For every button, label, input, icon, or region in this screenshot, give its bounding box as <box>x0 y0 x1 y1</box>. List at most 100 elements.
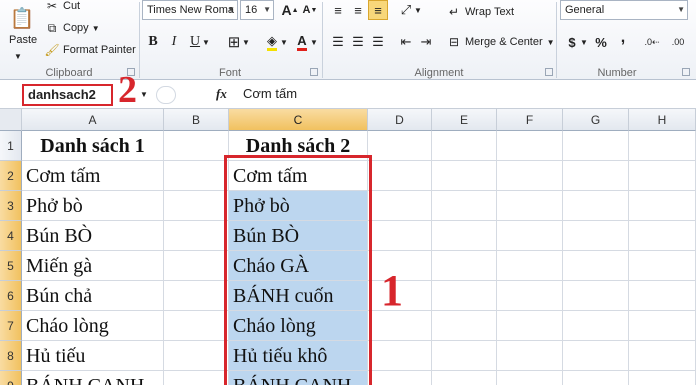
row-header-2[interactable]: 2 <box>0 161 22 191</box>
cell-h1[interactable] <box>629 131 696 161</box>
font-name-select[interactable]: Times New Roma ▼ <box>142 0 238 20</box>
currency-dropdown[interactable]: ▼ <box>579 32 589 52</box>
cell-f7[interactable] <box>497 311 563 341</box>
row-header-1[interactable]: 1 <box>0 131 22 161</box>
cell-a6[interactable]: Bún chả <box>22 281 164 311</box>
font-launcher-icon[interactable] <box>310 68 318 76</box>
cell-f9[interactable] <box>497 371 563 385</box>
cell-e7[interactable] <box>432 311 497 341</box>
cell-b6[interactable] <box>164 281 229 311</box>
paste-dropdown[interactable]: ▼ <box>14 46 22 66</box>
cell-a7[interactable]: Cháo lòng <box>22 311 164 341</box>
cell-h4[interactable] <box>629 221 696 251</box>
cell-g9[interactable] <box>563 371 629 385</box>
cell-f1[interactable] <box>497 131 563 161</box>
cell-b7[interactable] <box>164 311 229 341</box>
cell-d4[interactable] <box>368 221 432 251</box>
number-format-select[interactable]: General ▼ <box>560 0 688 20</box>
cell-b8[interactable] <box>164 341 229 371</box>
cell-h8[interactable] <box>629 341 696 371</box>
shrink-font-button[interactable]: A ▼ <box>300 0 320 20</box>
font-color-dropdown[interactable]: ▼ <box>309 32 319 52</box>
cell-h2[interactable] <box>629 161 696 191</box>
cell-f3[interactable] <box>497 191 563 221</box>
align-right-button[interactable]: ☰ <box>368 32 388 52</box>
fill-color-dropdown[interactable]: ▼ <box>279 32 289 52</box>
underline-dropdown[interactable]: ▼ <box>201 32 211 52</box>
paste-icon[interactable]: 📋 <box>8 4 36 32</box>
cell-g2[interactable] <box>563 161 629 191</box>
cut-button[interactable]: ✂ Cut <box>44 0 80 16</box>
cell-h7[interactable] <box>629 311 696 341</box>
cell-h5[interactable] <box>629 251 696 281</box>
column-header-a[interactable]: A <box>22 109 164 131</box>
select-all-corner[interactable] <box>0 109 22 131</box>
increase-decimal-button[interactable]: .0⇠ <box>642 32 662 52</box>
column-header-b[interactable]: B <box>164 109 229 131</box>
cell-b2[interactable] <box>164 161 229 191</box>
align-top-button[interactable]: ≡ <box>328 0 348 20</box>
percent-button[interactable]: % <box>591 32 611 52</box>
increase-indent-button[interactable]: ⇥ <box>416 32 436 52</box>
cell-g1[interactable] <box>563 131 629 161</box>
cell-a9[interactable]: BÁNH CANH <box>22 371 164 385</box>
comma-button[interactable]: , <box>613 28 633 48</box>
copy-button[interactable]: ⧉ Copy ▼ <box>44 18 100 38</box>
cell-a1[interactable]: Danh sách 1 <box>22 131 164 161</box>
cell-b4[interactable] <box>164 221 229 251</box>
cell-b5[interactable] <box>164 251 229 281</box>
cell-e1[interactable] <box>432 131 497 161</box>
align-center-button[interactable]: ☰ <box>348 32 368 52</box>
alignment-launcher-icon[interactable] <box>545 68 553 76</box>
row-header-7[interactable]: 7 <box>0 311 22 341</box>
cell-h6[interactable] <box>629 281 696 311</box>
cell-d7[interactable] <box>368 311 432 341</box>
cell-f6[interactable] <box>497 281 563 311</box>
font-size-select[interactable]: 16 ▼ <box>240 0 274 20</box>
cell-a8[interactable]: Hủ tiếu <box>22 341 164 371</box>
cell-b1[interactable] <box>164 131 229 161</box>
align-bottom-button[interactable]: ≡ <box>368 0 388 20</box>
cell-g5[interactable] <box>563 251 629 281</box>
orientation-dropdown[interactable]: ▼ <box>413 0 423 20</box>
cell-b3[interactable] <box>164 191 229 221</box>
cell-f5[interactable] <box>497 251 563 281</box>
cell-h3[interactable] <box>629 191 696 221</box>
wrap-text-button[interactable]: ↵ Wrap Text <box>446 2 514 22</box>
bold-button[interactable]: B <box>143 32 163 52</box>
cell-e2[interactable] <box>432 161 497 191</box>
cell-g6[interactable] <box>563 281 629 311</box>
cell-a5[interactable]: Miến gà <box>22 251 164 281</box>
cell-g3[interactable] <box>563 191 629 221</box>
cell-a2[interactable]: Cơm tấm <box>22 161 164 191</box>
cell-f4[interactable] <box>497 221 563 251</box>
column-header-h[interactable]: H <box>629 109 696 131</box>
cell-e9[interactable] <box>432 371 497 385</box>
row-header-4[interactable]: 4 <box>0 221 22 251</box>
column-header-e[interactable]: E <box>432 109 497 131</box>
cell-f2[interactable] <box>497 161 563 191</box>
grow-font-button[interactable]: A ▲ <box>280 0 300 20</box>
cell-d9[interactable] <box>368 371 432 385</box>
decrease-indent-button[interactable]: ⇤ <box>396 32 416 52</box>
cell-e4[interactable] <box>432 221 497 251</box>
column-header-d[interactable]: D <box>368 109 432 131</box>
merge-center-button[interactable]: ⊟ Merge & Center ▼ <box>446 32 555 52</box>
cell-d2[interactable] <box>368 161 432 191</box>
format-painter-button[interactable]: 🖌 Format Painter <box>44 40 135 60</box>
cell-g8[interactable] <box>563 341 629 371</box>
italic-button[interactable]: I <box>164 32 184 52</box>
column-header-c[interactable]: C <box>229 109 368 131</box>
cell-e3[interactable] <box>432 191 497 221</box>
name-box-dropdown[interactable]: ▼ <box>138 84 150 104</box>
cell-d8[interactable] <box>368 341 432 371</box>
decrease-decimal-button[interactable]: .00 <box>668 32 688 52</box>
cell-a3[interactable]: Phở bò <box>22 191 164 221</box>
borders-dropdown[interactable]: ▼ <box>241 32 251 52</box>
row-header-6[interactable]: 6 <box>0 281 22 311</box>
formula-input[interactable]: Cơm tấm <box>243 86 297 101</box>
name-box[interactable]: danhsach2 <box>22 84 113 106</box>
cell-f8[interactable] <box>497 341 563 371</box>
number-launcher-icon[interactable] <box>682 68 690 76</box>
row-header-8[interactable]: 8 <box>0 341 22 371</box>
